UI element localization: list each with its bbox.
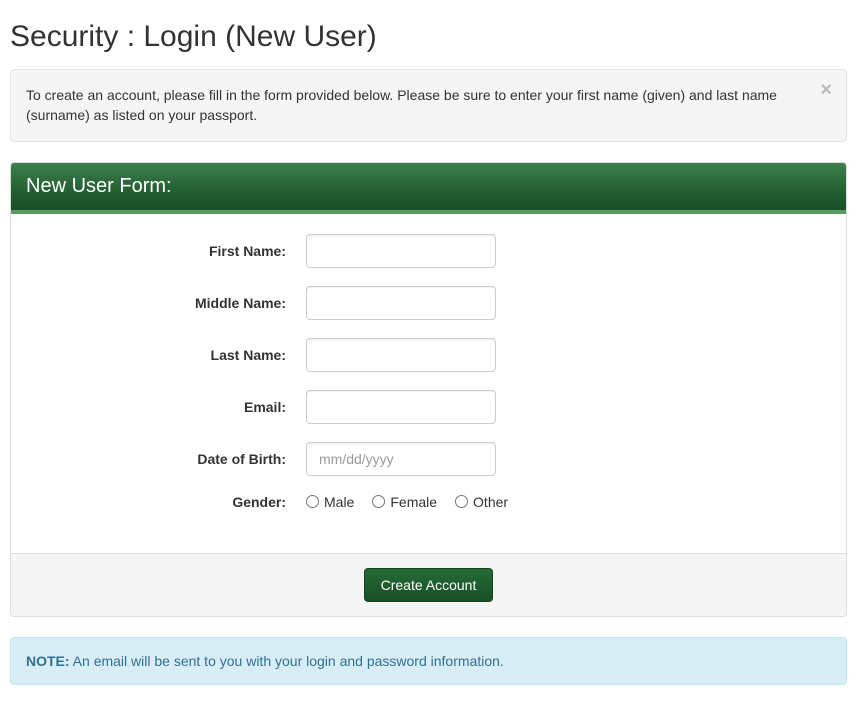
gender-male-label: Male <box>324 494 354 510</box>
note-alert: NOTE: An email will be sent to you with … <box>10 637 847 685</box>
last-name-label: Last Name: <box>26 347 306 363</box>
first-name-row: First Name: <box>26 234 831 268</box>
instruction-alert: To create an account, please fill in the… <box>10 69 847 142</box>
panel-heading: New User Form: <box>11 163 846 214</box>
note-text: An email will be sent to you with your l… <box>70 653 504 669</box>
last-name-row: Last Name: <box>26 338 831 372</box>
instruction-text: To create an account, please fill in the… <box>26 87 777 123</box>
dob-row: Date of Birth: <box>26 442 831 476</box>
last-name-input[interactable] <box>306 338 496 372</box>
middle-name-input[interactable] <box>306 286 496 320</box>
first-name-input[interactable] <box>306 234 496 268</box>
gender-label: Gender: <box>26 494 306 510</box>
note-prefix: NOTE: <box>26 653 70 669</box>
new-user-panel: New User Form: First Name: Middle Name: … <box>10 162 847 617</box>
middle-name-label: Middle Name: <box>26 295 306 311</box>
gender-row: Gender: Male Female Other <box>26 494 831 510</box>
panel-body: First Name: Middle Name: Last Name: Emai… <box>11 214 846 553</box>
gender-female-radio[interactable] <box>372 495 385 508</box>
dob-label: Date of Birth: <box>26 451 306 467</box>
first-name-label: First Name: <box>26 243 306 259</box>
gender-male-radio[interactable] <box>306 495 319 508</box>
middle-name-row: Middle Name: <box>26 286 831 320</box>
gender-other-label: Other <box>473 494 508 510</box>
gender-other-radio[interactable] <box>455 495 468 508</box>
close-icon[interactable]: × <box>820 80 832 100</box>
gender-radio-group: Male Female Other <box>306 494 508 510</box>
create-account-button[interactable]: Create Account <box>364 568 494 602</box>
gender-female-label: Female <box>390 494 437 510</box>
page-title: Security : Login (New User) <box>10 20 847 54</box>
gender-other-option[interactable]: Other <box>455 494 508 510</box>
dob-input[interactable] <box>306 442 496 476</box>
email-row: Email: <box>26 390 831 424</box>
email-input[interactable] <box>306 390 496 424</box>
gender-female-option[interactable]: Female <box>372 494 437 510</box>
email-label: Email: <box>26 399 306 415</box>
gender-male-option[interactable]: Male <box>306 494 354 510</box>
panel-footer: Create Account <box>11 553 846 616</box>
